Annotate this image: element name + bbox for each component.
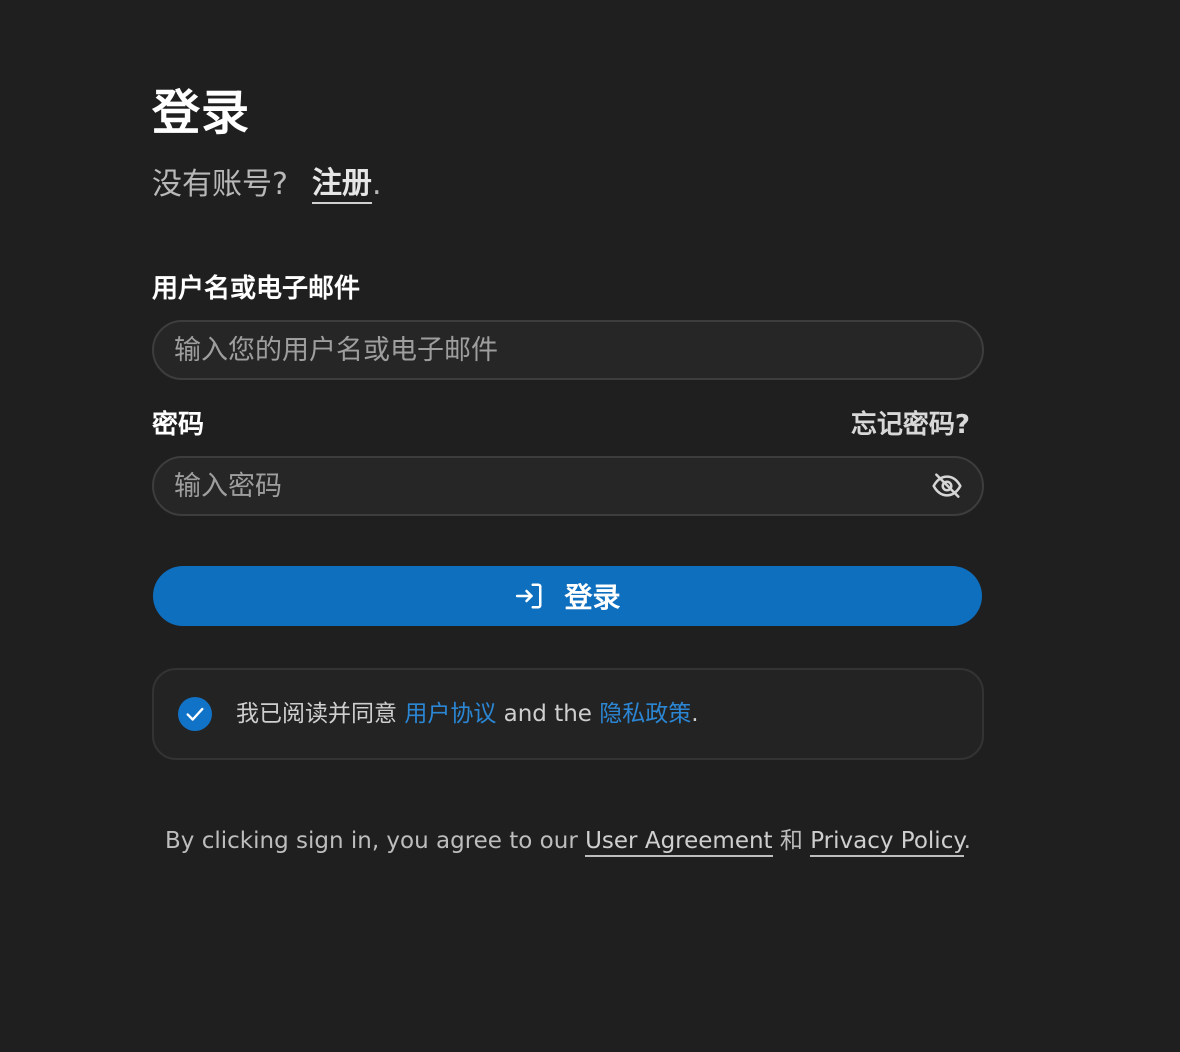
signup-period: . bbox=[371, 167, 382, 202]
username-input[interactable] bbox=[174, 334, 964, 366]
footer-text-after: . bbox=[963, 828, 971, 854]
privacy-policy-link[interactable]: 隐私政策 bbox=[599, 701, 691, 727]
footer-user-agreement-link[interactable]: User Agreement bbox=[585, 828, 773, 857]
signup-link[interactable]: 注册 bbox=[311, 166, 372, 204]
user-agreement-link[interactable]: 用户协议 bbox=[404, 701, 496, 727]
username-field[interactable] bbox=[152, 320, 984, 380]
forgot-password-link[interactable]: 忘记密码? bbox=[851, 408, 970, 442]
agreement-text-after: . bbox=[691, 701, 699, 727]
login-form-container: 登录 没有账号? 注册 . 用户名或电子邮件 密码 忘记密码? bbox=[152, 82, 984, 858]
agreement-text-before: 我已阅读并同意 bbox=[236, 701, 397, 727]
signup-row: 没有账号? 注册 . bbox=[152, 164, 984, 206]
footer-notice: By clicking sign in, you agree to our Us… bbox=[152, 824, 984, 858]
agreement-text: 我已阅读并同意 用户协议 and the 隐私政策. bbox=[236, 698, 699, 730]
username-label: 用户名或电子邮件 bbox=[152, 274, 361, 304]
agreement-text-middle: and the bbox=[503, 701, 592, 727]
footer-privacy-policy-link[interactable]: Privacy Policy bbox=[810, 828, 964, 857]
login-icon bbox=[514, 580, 546, 612]
agreement-box: 我已阅读并同意 用户协议 and the 隐私政策. bbox=[152, 668, 984, 760]
footer-text-middle: 和 bbox=[779, 828, 803, 854]
footer-text-before: By clicking sign in, you agree to our bbox=[165, 828, 578, 854]
password-input[interactable] bbox=[174, 470, 930, 502]
username-label-row: 用户名或电子邮件 bbox=[152, 272, 984, 306]
eye-off-icon[interactable] bbox=[930, 469, 964, 503]
agreement-checkbox[interactable] bbox=[178, 697, 212, 731]
login-button[interactable]: 登录 bbox=[153, 566, 982, 626]
login-button-label: 登录 bbox=[564, 581, 621, 614]
password-label: 密码 bbox=[152, 410, 205, 440]
password-label-row: 密码 忘记密码? bbox=[152, 408, 984, 442]
page-title: 登录 bbox=[152, 85, 251, 141]
check-icon bbox=[186, 707, 204, 721]
signup-prompt: 没有账号? bbox=[152, 167, 288, 202]
password-field[interactable] bbox=[152, 456, 984, 516]
